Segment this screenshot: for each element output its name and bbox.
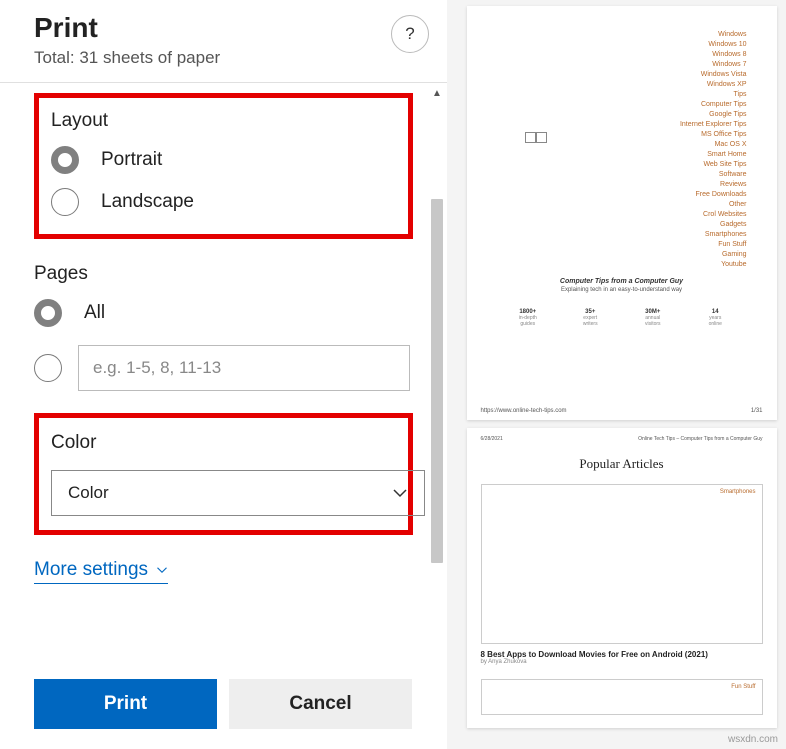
- popular-articles-heading: Popular Articles: [481, 456, 763, 472]
- print-preview: WindowsWindows 10Windows 8Windows 7Windo…: [457, 0, 786, 749]
- color-value: Color: [68, 483, 109, 503]
- page-title: Print: [34, 12, 413, 44]
- card-tag: Fun Stuff: [731, 684, 755, 690]
- tagline: Computer Tips from a Computer Guy: [497, 278, 747, 285]
- article-card: Fun Stuff: [481, 679, 763, 715]
- radio-icon: [51, 188, 79, 216]
- more-settings-label: More settings: [34, 559, 148, 581]
- card-tag: Smartphones: [720, 489, 756, 495]
- portrait-label: Portrait: [101, 149, 162, 171]
- preview-url: https://www.online-tech-tips.com: [481, 408, 567, 414]
- sheet-count: Total: 31 sheets of paper: [34, 48, 413, 68]
- scroll-up-icon[interactable]: ▲: [429, 85, 445, 101]
- radio-icon: [34, 299, 62, 327]
- help-button[interactable]: ?: [391, 15, 429, 53]
- pages-label: Pages: [34, 263, 413, 285]
- link-list: WindowsWindows 10Windows 8Windows 7Windo…: [497, 30, 747, 270]
- page-range-input[interactable]: [78, 345, 410, 391]
- article-author: by Anya Zhukova: [481, 659, 763, 665]
- color-section-highlight: Color Color: [34, 413, 413, 535]
- preview-page-2[interactable]: 6/28/2021 Online Tech Tips – Computer Ti…: [467, 428, 777, 728]
- layout-label: Layout: [51, 110, 396, 132]
- article-title: 8 Best Apps to Download Movies for Free …: [481, 650, 763, 659]
- watermark: wsxdn.com: [728, 734, 778, 745]
- chevron-down-icon: [156, 564, 168, 576]
- panel-divider: [447, 0, 457, 749]
- pages-all-radio[interactable]: All: [34, 299, 413, 327]
- settings-scroll: ▲ Layout Portrait Landscape Pages All: [0, 83, 447, 663]
- preview-pagenum: 1/31: [751, 408, 763, 414]
- preview-doc-title: Online Tech Tips – Computer Tips from a …: [638, 436, 762, 442]
- footer: Print Cancel: [0, 663, 447, 749]
- layout-portrait-radio[interactable]: Portrait: [51, 146, 396, 174]
- layout-section-highlight: Layout Portrait Landscape: [34, 93, 413, 239]
- pages-section: Pages All: [34, 263, 413, 391]
- article-card: Smartphones: [481, 484, 763, 644]
- cancel-button[interactable]: Cancel: [229, 679, 412, 729]
- color-select[interactable]: Color: [51, 470, 425, 516]
- thumb-boxes: [525, 132, 547, 143]
- all-label: All: [84, 302, 105, 324]
- landscape-label: Landscape: [101, 191, 194, 213]
- tagline-sub: Explaining tech in an easy-to-understand…: [497, 287, 747, 293]
- more-settings-link[interactable]: More settings: [34, 559, 168, 584]
- radio-icon: [34, 354, 62, 382]
- stats-row: 1800+in-depthguides35+expertwriters30M+a…: [497, 309, 747, 327]
- print-button[interactable]: Print: [34, 679, 217, 729]
- scrollbar[interactable]: ▲: [429, 83, 445, 663]
- color-label: Color: [51, 432, 396, 454]
- help-icon: ?: [405, 24, 414, 44]
- preview-page-1[interactable]: WindowsWindows 10Windows 8Windows 7Windo…: [467, 6, 777, 420]
- header: Print Total: 31 sheets of paper ?: [0, 0, 447, 83]
- layout-landscape-radio[interactable]: Landscape: [51, 188, 396, 216]
- radio-icon: [51, 146, 79, 174]
- preview-date: 6/28/2021: [481, 436, 503, 442]
- chevron-down-icon: [392, 485, 408, 501]
- print-settings-panel: Print Total: 31 sheets of paper ? ▲ Layo…: [0, 0, 447, 749]
- scroll-thumb[interactable]: [431, 199, 443, 563]
- pages-range-radio[interactable]: [34, 345, 413, 391]
